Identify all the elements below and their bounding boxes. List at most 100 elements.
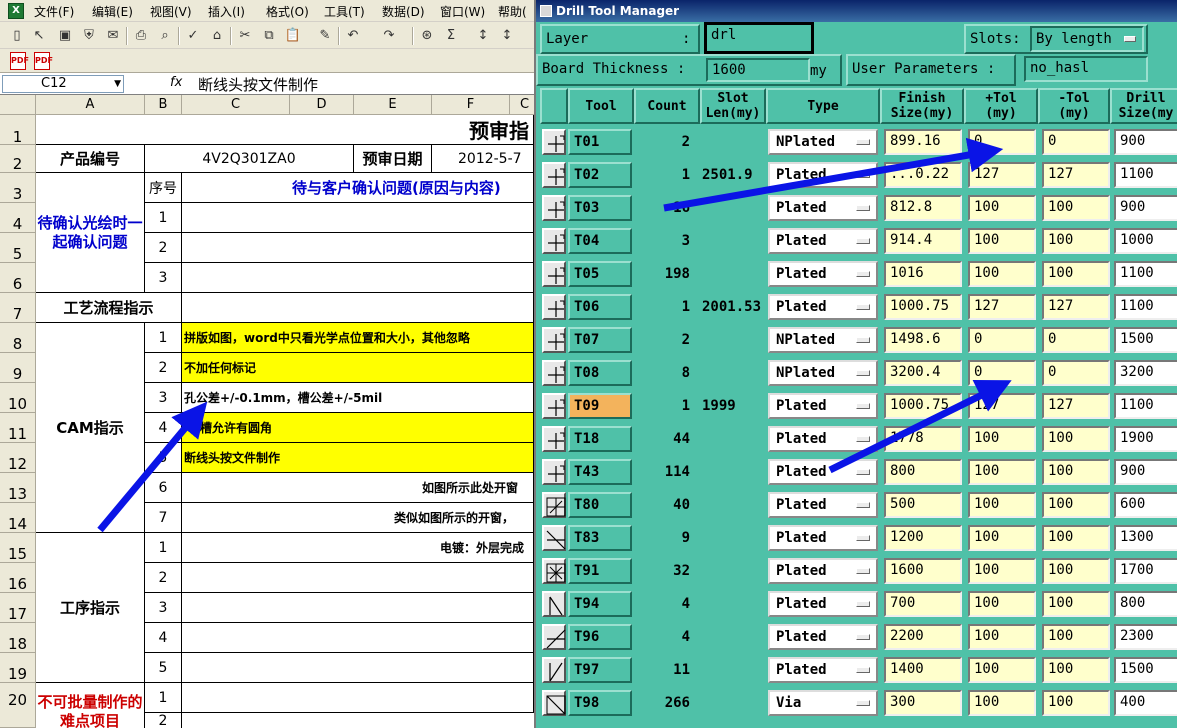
tool-type-option-menu[interactable]: Plated [768,558,878,584]
proc-label[interactable]: 工序指示 [36,533,145,683]
row-header[interactable]: 11 [0,413,36,443]
finish-size-input[interactable]: 500 [884,492,962,518]
proc-num[interactable]: 2 [145,563,182,593]
tool-button[interactable]: T94 [568,591,632,617]
drill-size-input[interactable]: 2300 [1114,624,1177,650]
plus-tol-input[interactable]: 100 [968,558,1036,584]
row-header[interactable]: 9 [0,353,36,383]
hard-num[interactable]: 1 [145,683,182,713]
minus-tol-input[interactable]: 100 [1042,492,1110,518]
spelling-icon[interactable]: ✓ [184,26,202,44]
column-header-f[interactable]: F [432,95,510,115]
header-type[interactable]: Type [766,88,880,124]
menu-edit[interactable]: 编辑(E) [92,3,133,20]
proc-item[interactable] [182,563,534,593]
hard-label[interactable]: 不可批量制作的难点项目 [36,683,145,728]
sort-descending-icon[interactable]: ↕ [498,26,516,44]
drill-symbol-icon[interactable] [542,195,566,221]
proc-item[interactable] [182,653,534,683]
tool-type-option-menu[interactable]: Plated [768,624,878,650]
finish-size-input[interactable]: 300 [884,690,962,716]
proc-num[interactable]: 4 [145,623,182,653]
column-header-e[interactable]: E [354,95,432,115]
cut-icon[interactable]: ✂ [236,26,254,44]
minus-tol-input[interactable]: 0 [1042,327,1110,353]
plus-tol-input[interactable]: 100 [968,426,1036,452]
tool-button[interactable]: T04 [568,228,632,254]
print-icon[interactable]: ⎙ [132,26,150,44]
drill-size-input[interactable]: 1500 [1114,657,1177,683]
header-drill-size[interactable]: Drill Size(my [1110,88,1177,124]
header-finish-size[interactable]: Finish Size(my) [880,88,964,124]
row-header[interactable]: 4 [0,203,36,233]
confirm-item[interactable] [182,263,534,293]
column-header-g[interactable]: C [510,95,534,115]
minus-tol-input[interactable]: 100 [1042,426,1110,452]
drill-symbol-icon[interactable] [542,327,566,353]
cam-label[interactable]: CAM指示 [36,323,145,533]
plus-tol-input[interactable]: 0 [968,360,1036,386]
menu-view[interactable]: 视图(V) [150,3,192,20]
tool-button[interactable]: T43 [568,459,632,485]
autosum-icon[interactable]: Σ [442,26,460,44]
plus-tol-input[interactable]: 100 [968,261,1036,287]
drill-size-input[interactable]: 1100 [1114,294,1177,320]
drill-size-input[interactable]: 600 [1114,492,1177,518]
tool-button[interactable]: T08 [568,360,632,386]
minus-tol-input[interactable]: 100 [1042,228,1110,254]
column-header-c[interactable]: C [182,95,290,115]
plus-tol-input[interactable]: 100 [968,657,1036,683]
new-icon[interactable]: ▯ [8,26,26,44]
seq-label[interactable]: 序号 [145,173,182,203]
drill-size-input[interactable]: 1100 [1114,393,1177,419]
drill-size-input[interactable]: 400 [1114,690,1177,716]
tool-button[interactable]: T06 [568,294,632,320]
column-header-d[interactable]: D [290,95,354,115]
cam-num[interactable]: 1 [145,323,182,353]
tool-type-option-menu[interactable]: NPlated [768,360,878,386]
minus-tol-input[interactable]: 100 [1042,657,1110,683]
tool-type-option-menu[interactable]: Plated [768,294,878,320]
row-header[interactable]: 7 [0,293,36,323]
drill-symbol-icon[interactable] [542,459,566,485]
row-header[interactable]: 13 [0,473,36,503]
product-label[interactable]: 产品编号 [36,145,145,173]
cam-num[interactable]: 6 [145,473,182,503]
minus-tol-input[interactable]: 100 [1042,525,1110,551]
minus-tol-input[interactable]: 127 [1042,393,1110,419]
plus-tol-input[interactable]: 0 [968,327,1036,353]
layer-field[interactable]: drl [704,22,814,54]
plus-tol-input[interactable]: 127 [968,393,1036,419]
window-title-bar[interactable]: Drill Tool Manager [536,0,1177,22]
chevron-down-icon[interactable]: ▼ [114,76,121,92]
menu-data[interactable]: 数据(D) [382,3,425,20]
name-box[interactable]: C12 ▼ [2,75,124,93]
plus-tol-input[interactable]: 100 [968,591,1036,617]
proc-item[interactable] [182,593,534,623]
cam-num[interactable]: 7 [145,503,182,533]
drill-symbol-icon[interactable] [542,525,566,551]
drill-symbol-icon[interactable] [542,393,566,419]
header-plus-tol[interactable]: +Tol (my) [964,88,1038,124]
hard-item[interactable] [182,683,534,713]
minus-tol-input[interactable]: 0 [1042,360,1110,386]
finish-size-input[interactable]: 1200 [884,525,962,551]
cam-item[interactable]: 类似如图所示的开窗， [182,503,534,533]
drill-size-input[interactable]: 900 [1114,459,1177,485]
minus-tol-input[interactable]: 100 [1042,459,1110,485]
tool-button[interactable]: T01 [568,129,632,155]
undo-icon[interactable]: ↶ [344,26,362,44]
finish-size-input[interactable]: ...0.22 [884,162,962,188]
drill-symbol-icon[interactable] [542,129,566,155]
header-slot-len[interactable]: Slot Len(my) [700,88,766,124]
drill-size-input[interactable]: 1700 [1114,558,1177,584]
tool-type-option-menu[interactable]: Plated [768,657,878,683]
row-header[interactable]: 3 [0,173,36,203]
tool-type-option-menu[interactable]: Plated [768,162,878,188]
minus-tol-input[interactable]: 0 [1042,129,1110,155]
tool-button[interactable]: T97 [568,657,632,683]
drill-size-input[interactable]: 1300 [1114,525,1177,551]
row-header[interactable]: 18 [0,623,36,653]
drill-size-input[interactable]: 3200 [1114,360,1177,386]
finish-size-input[interactable]: 1600 [884,558,962,584]
